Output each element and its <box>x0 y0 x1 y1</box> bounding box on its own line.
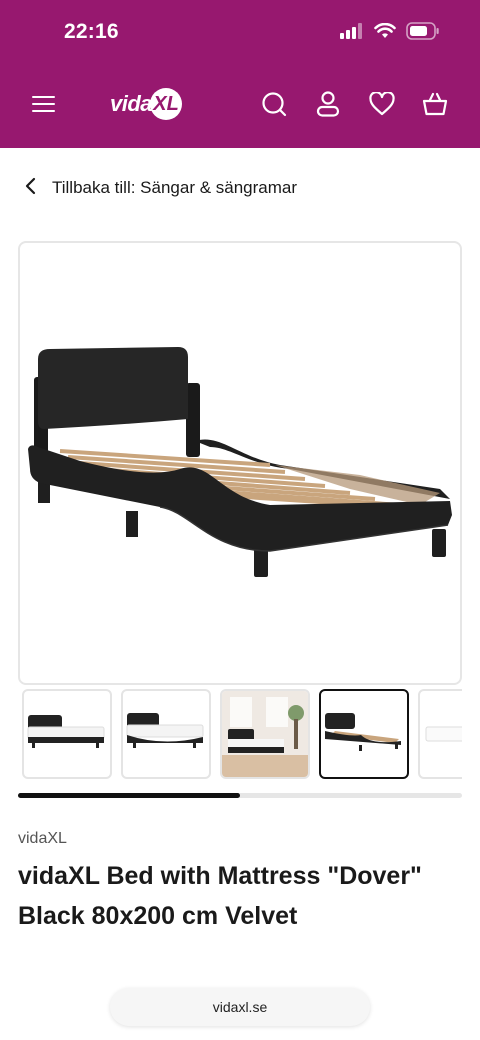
search-button[interactable] <box>256 88 292 124</box>
bed-frame-thumbnail-image <box>325 713 401 751</box>
mattress-thumbnail-image <box>425 726 462 742</box>
basket-button[interactable] <box>417 88 453 124</box>
product-main-image[interactable] <box>18 241 462 685</box>
status-icons <box>340 22 440 45</box>
status-time: 22:16 <box>64 20 119 43</box>
account-button[interactable] <box>310 88 346 124</box>
bedroom-scene-thumbnail-image <box>222 691 308 777</box>
browser-url-bar[interactable]: vidaxl.se <box>110 988 370 1026</box>
heart-icon <box>369 90 395 121</box>
bed-with-mattress-side-thumbnail-image <box>126 713 204 748</box>
menu-icon <box>32 95 56 118</box>
breadcrumb[interactable]: Tillbaka till: Sängar & sängramar <box>24 174 297 202</box>
signal-icon <box>340 23 364 44</box>
thumbnail[interactable] <box>220 689 310 779</box>
thumbnail-selected[interactable] <box>319 689 409 779</box>
logo-text: vida <box>110 91 153 116</box>
thumbnail[interactable] <box>22 689 112 779</box>
bed-with-mattress-thumbnail-image <box>27 715 105 748</box>
breadcrumb-label: Tillbaka till: Sängar & sängramar <box>52 178 298 197</box>
logo-badge: XL <box>150 88 183 120</box>
basket-icon <box>422 91 448 122</box>
product-brand[interactable]: vidaXL <box>18 830 67 848</box>
search-icon <box>261 91 287 122</box>
chevron-left-icon <box>24 177 36 200</box>
vidaxl-logo[interactable]: vida XL <box>110 88 183 120</box>
user-icon <box>316 90 340 122</box>
product-title: vidaXL Bed with Mattress "Dover" Black 8… <box>18 862 422 930</box>
menu-button[interactable] <box>26 88 62 124</box>
gallery-scroll-track[interactable] <box>18 793 462 798</box>
bed-illustration <box>28 347 452 577</box>
gallery-scroll-thumb[interactable] <box>18 793 240 798</box>
top-navigation: vida XL <box>0 80 480 132</box>
site-header: 22:16 vida XL <box>0 0 480 148</box>
battery-icon <box>406 22 440 45</box>
thumbnail-strip <box>22 689 462 781</box>
thumbnail[interactable] <box>121 689 211 779</box>
wishlist-button[interactable] <box>364 88 400 124</box>
thumbnail[interactable] <box>418 689 462 779</box>
wifi-icon <box>374 22 396 44</box>
